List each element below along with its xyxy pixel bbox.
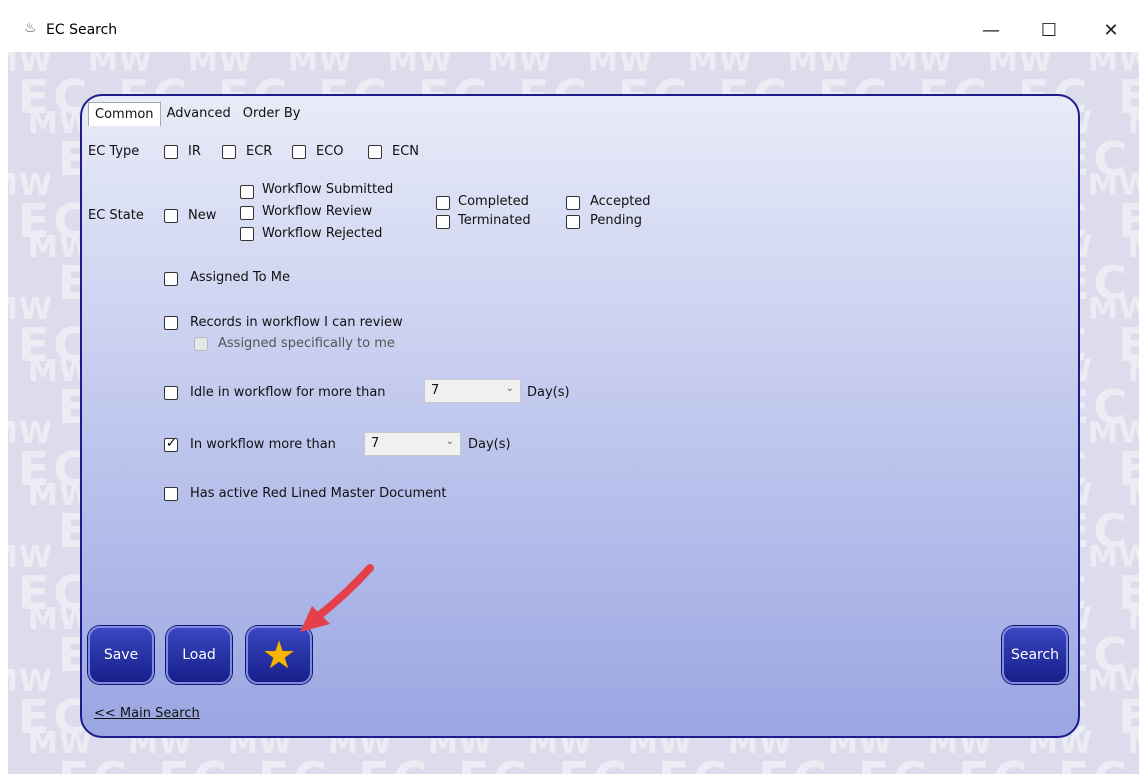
ec-type-ecn-label: ECN	[392, 144, 420, 159]
maximize-button[interactable]: ☐	[1026, 12, 1072, 48]
accepted-checkbox[interactable]	[566, 196, 580, 210]
watermark-mw: MW	[1128, 230, 1139, 265]
in-workflow-label: In workflow more than	[190, 437, 336, 452]
search-panel: Common Advanced Order By EC Type IR ECR …	[80, 94, 1080, 738]
watermark-ec: EC	[958, 752, 1031, 774]
watermark-ec: EC	[58, 752, 131, 774]
records-review-checkbox[interactable]	[164, 316, 178, 330]
watermark-ec: EC	[258, 752, 331, 774]
watermark-ec: EC	[558, 752, 631, 774]
ec-type-eco-label: ECO	[316, 144, 344, 159]
chevron-down-icon: ⌄	[505, 383, 514, 394]
save-button[interactable]: Save	[88, 626, 154, 684]
pending-checkbox[interactable]	[566, 215, 580, 229]
workflow-rejected-checkbox[interactable]	[240, 227, 254, 241]
pending-label: Pending	[590, 213, 642, 228]
terminated-checkbox[interactable]	[436, 215, 450, 229]
watermark-ec: EC	[658, 752, 731, 774]
red-arrow-annotation	[300, 564, 374, 632]
idle-checkbox[interactable]	[164, 386, 178, 400]
watermark-mw: MW	[1128, 106, 1139, 141]
completed-label: Completed	[458, 194, 529, 209]
red-lined-label: Has active Red Lined Master Document	[190, 486, 447, 501]
main-search-link[interactable]: << Main Search	[94, 706, 200, 721]
assigned-to-me-checkbox[interactable]	[164, 272, 178, 286]
terminated-label: Terminated	[458, 213, 531, 228]
idle-days-select[interactable]: 7 ⌄	[424, 379, 521, 403]
watermark-ec: EC	[458, 752, 531, 774]
assigned-specifically-label: Assigned specifically to me	[218, 336, 395, 351]
watermark-ec: EC	[1058, 752, 1131, 774]
title-bar: ♨ EC Search — ☐ ✕	[0, 0, 1147, 52]
workflow-review-checkbox[interactable]	[240, 206, 254, 220]
watermark-mw: MW	[1128, 354, 1139, 389]
records-review-label: Records in workflow I can review	[190, 315, 403, 330]
chevron-down-icon: ⌄	[445, 436, 454, 447]
ec-type-label: EC Type	[88, 144, 140, 159]
close-button[interactable]: ✕	[1088, 12, 1134, 48]
in-workflow-days-value: 7	[371, 436, 380, 451]
workflow-review-label: Workflow Review	[262, 204, 373, 219]
watermark-mw: MW	[1128, 602, 1139, 637]
ec-type-ecr-checkbox[interactable]	[222, 145, 236, 159]
accepted-label: Accepted	[590, 194, 651, 209]
watermark-ec: EC	[858, 752, 931, 774]
tab-advanced[interactable]: Advanced	[161, 102, 237, 126]
search-button[interactable]: Search	[1002, 626, 1068, 684]
idle-days-value: 7	[431, 383, 440, 398]
ec-type-ir-label: IR	[188, 144, 201, 159]
idle-label: Idle in workflow for more than	[190, 385, 386, 400]
in-workflow-days-select[interactable]: 7 ⌄	[364, 432, 461, 456]
assigned-to-me-label: Assigned To Me	[190, 270, 290, 285]
in-workflow-checkbox[interactable]	[164, 436, 178, 452]
watermark-ec: EC	[758, 752, 831, 774]
workflow-submitted-label: Workflow Submitted	[262, 182, 394, 197]
watermark-ec: EC	[158, 752, 231, 774]
window-title: EC Search	[46, 22, 118, 38]
tab-order-by[interactable]: Order By	[237, 102, 307, 126]
workflow-rejected-label: Workflow Rejected	[262, 226, 383, 241]
in-workflow-unit-label: Day(s)	[468, 437, 511, 452]
minimize-button[interactable]: —	[968, 12, 1014, 48]
ec-state-new-label: New	[188, 208, 217, 223]
tab-common[interactable]: Common	[88, 102, 161, 126]
red-lined-checkbox[interactable]	[164, 487, 178, 501]
watermark-mw: MW	[1128, 726, 1139, 761]
assigned-specifically-checkbox[interactable]	[194, 337, 208, 351]
watermark-mw: MW	[1128, 478, 1139, 513]
idle-unit-label: Day(s)	[527, 385, 570, 400]
workflow-submitted-checkbox[interactable]	[240, 185, 254, 199]
ec-type-eco-checkbox[interactable]	[292, 145, 306, 159]
ec-type-ir-checkbox[interactable]	[164, 145, 178, 159]
watermark-ec: EC	[358, 752, 431, 774]
ec-type-ecn-checkbox[interactable]	[368, 145, 382, 159]
ec-state-new-checkbox[interactable]	[164, 209, 178, 223]
ec-state-label: EC State	[88, 208, 144, 223]
load-button[interactable]: Load	[166, 626, 232, 684]
tab-strip: Common Advanced Order By	[88, 102, 306, 126]
ec-type-ecr-label: ECR	[246, 144, 273, 159]
completed-checkbox[interactable]	[436, 196, 450, 210]
mw-app-icon: ♨	[24, 20, 37, 36]
ec-search-window: ♨ EC Search — ☐ ✕ MWECMWECMWECMWECMWECMW…	[0, 0, 1147, 774]
